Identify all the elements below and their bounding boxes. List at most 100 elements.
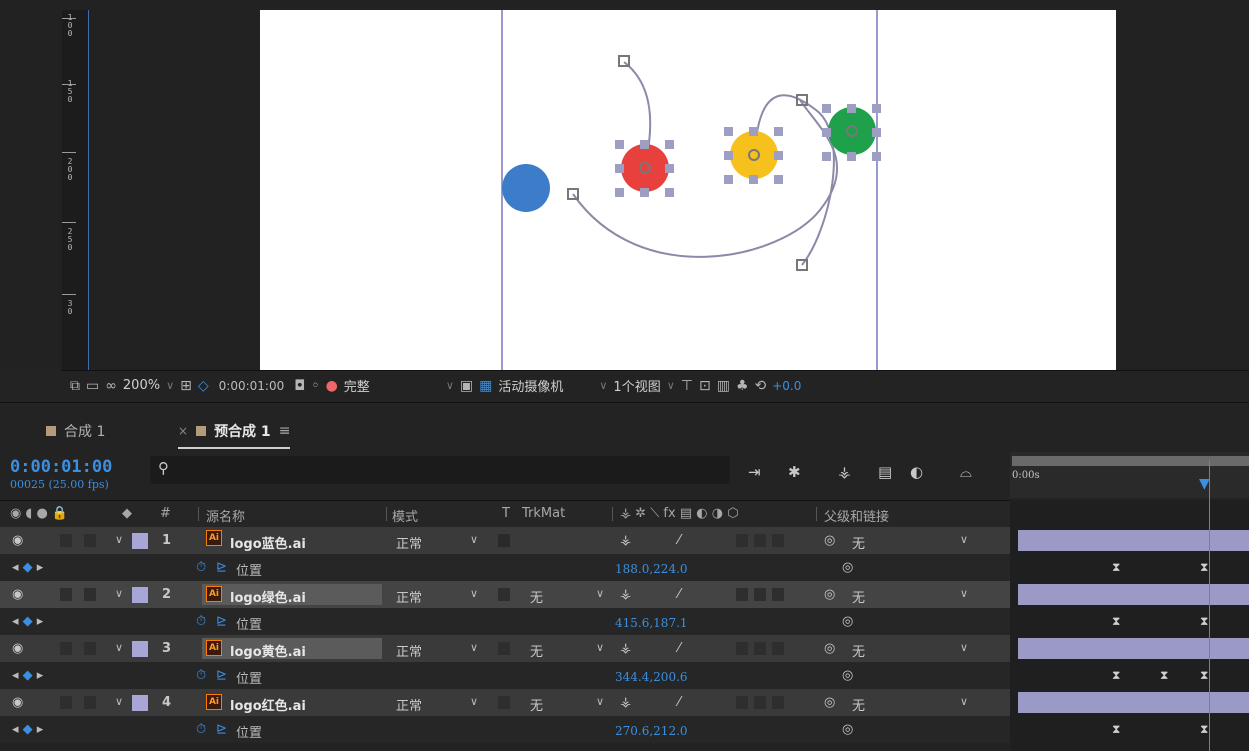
av-features-icon[interactable]: ◉ ◖ ● 🔒 [10,506,68,521]
transparency-grid-icon[interactable]: ▦ [479,378,492,394]
stopwatch-icon[interactable]: ⏱ [196,614,206,629]
layer-name-box[interactable]: Ai logo黄色.ai [202,638,382,660]
property-row[interactable]: ◂ ◆ ▸ ⏱ ⊵ 位置 188.0,224.0 ◎ [0,554,1010,581]
always-preview-icon[interactable]: ⧉ [70,378,80,394]
eye-icon[interactable]: ◉ [12,641,23,656]
stopwatch-icon[interactable]: ⏱ [196,722,206,737]
layer-row[interactable]: ◉ ∨ 3 Ai logo黄色.ai 正常 ∨ 无 ∨ ⚶ ⁄ ◎ 无 ∨ [0,635,1010,662]
playhead-icon[interactable]: ▼ [1199,476,1219,492]
shy-switch-icon[interactable]: ⚶ [620,533,631,548]
tab-comp-1[interactable]: 合成 1 [46,421,105,441]
zoom-level[interactable]: 200% [123,378,160,393]
keyframe-icon[interactable]: ⧗ [1112,560,1120,575]
parent-value[interactable]: 无 [852,587,865,606]
pickwhip-icon[interactable]: ◎ [824,533,835,548]
pickwhip-icon[interactable]: ◎ [824,587,835,602]
chevron-down-icon[interactable]: ∨ [960,533,968,546]
keyframe-icon[interactable]: ⧗ [1200,722,1208,737]
composition-navigator-icon[interactable]: ⇥ [748,463,761,481]
layer-search-input[interactable]: ⚲ [150,456,730,484]
chevron-down-icon[interactable]: ∨ [115,587,123,600]
keyframe-nav-icon[interactable]: ◂ ◆ ▸ [12,560,43,575]
show-snapshot-icon[interactable]: ◦ [311,378,319,394]
label-icon[interactable]: ◆ [122,506,132,521]
property-value[interactable]: 415.6,187.1 [615,616,688,630]
parent-value[interactable]: 无 [852,641,865,660]
property-value[interactable]: 188.0,224.0 [615,562,688,576]
property-row[interactable]: ◂ ◆ ▸ ⏱ ⊵ 位置 344.4,200.6 ◎ [0,662,1010,689]
column-parent[interactable]: 父级和链接 [824,506,889,525]
pickwhip-icon[interactable]: ◎ [842,722,853,737]
column-mode[interactable]: 模式 [392,506,418,525]
keyframe-icon[interactable]: ⧗ [1200,668,1208,683]
chevron-down-icon[interactable]: ∨ [596,641,604,654]
shy-layers-icon[interactable]: ⚶ [838,463,851,481]
chevron-down-icon[interactable]: ∨ [596,695,604,708]
quality-switch-icon[interactable]: ⁄ [678,641,680,656]
layer-duration-bar[interactable] [1018,692,1249,713]
column-trkmat[interactable]: TrkMat [522,506,565,521]
pickwhip-icon[interactable]: ◎ [842,560,853,575]
graph-editor-icon[interactable]: ⌓ [960,463,972,481]
chevron-down-icon[interactable]: ∨ [446,379,454,392]
quality-switch-icon[interactable]: ⁄ [678,533,680,548]
timecode[interactable]: 0:00:01:00 [10,457,112,477]
current-time-indicator[interactable] [1209,460,1210,751]
layer-row[interactable]: ◉ ∨ 4 Ai logo红色.ai 正常 ∨ 无 ∨ ⚶ ⁄ ◎ 无 ∨ [0,689,1010,716]
quality-switch-icon[interactable]: ⁄ [678,695,680,710]
fit-icon[interactable]: ⊞ [180,378,192,394]
motion-blur-icon[interactable]: ◐ [910,463,923,481]
keyframe-icon[interactable]: ⧗ [1112,614,1120,629]
draft-3d-icon[interactable]: ✱ [788,463,801,481]
chevron-down-icon[interactable]: ∨ [470,695,478,708]
keyframe-nav-icon[interactable]: ◂ ◆ ▸ [12,722,43,737]
flowchart-icon[interactable]: ♣ [736,378,749,394]
blend-mode[interactable]: 正常 [396,641,422,660]
parent-value[interactable]: 无 [852,533,865,552]
quality-switch-icon[interactable]: ⁄ [678,587,680,602]
resolution[interactable]: 完整 [344,376,370,395]
layer-name-box[interactable]: Ai logo蓝色.ai [202,530,382,552]
chevron-down-icon[interactable]: ∨ [960,695,968,708]
layer-duration-bar[interactable] [1018,584,1249,605]
chevron-down-icon[interactable]: ∨ [470,587,478,600]
monitor-icon[interactable]: ▭ [86,378,99,394]
fast-draft-icon[interactable]: ⊡ [699,378,711,394]
switches-icons[interactable]: ⚶ ✲ ⟍ fx ▤ ◐ ◑ ⬡ [620,506,739,521]
shy-switch-icon[interactable]: ⚶ [620,641,631,656]
label-color-swatch[interactable] [132,587,148,603]
stopwatch-icon[interactable]: ⏱ [196,668,206,683]
blend-mode[interactable]: 正常 [396,587,422,606]
pickwhip-icon[interactable]: ◎ [842,668,853,683]
graph-icon[interactable]: ⊵ [216,614,227,629]
column-source-name[interactable]: 源名称 [206,506,245,525]
pickwhip-icon[interactable]: ◎ [824,695,835,710]
chevron-down-icon[interactable]: ∨ [960,587,968,600]
trkmat-value[interactable]: 无 [530,641,543,660]
layer-row[interactable]: ◉ ∨ 1 Ai logo蓝色.ai 正常 ∨ ⚶ ⁄ ◎ 无 ∨ [0,527,1010,554]
pickwhip-icon[interactable]: ◎ [842,614,853,629]
layer-name-box[interactable]: Ai logo红色.ai [202,692,382,714]
chevron-down-icon[interactable]: ∨ [115,695,123,708]
keyframe-nav-icon[interactable]: ◂ ◆ ▸ [12,614,43,629]
label-color-swatch[interactable] [132,533,148,549]
eye-icon[interactable]: ◉ [12,695,23,710]
graph-icon[interactable]: ⊵ [216,560,227,575]
view-layout[interactable]: 1个视图 [613,376,660,395]
close-icon[interactable]: × [178,424,188,438]
trkmat-value[interactable]: 无 [530,587,543,606]
trkmat-value[interactable]: 无 [530,695,543,714]
keyframe-icon[interactable]: ⧗ [1112,722,1120,737]
chevron-down-icon[interactable]: ∨ [470,533,478,546]
tab-precomp-1[interactable]: × 预合成 1 ≡ [178,421,291,449]
layer-name-box[interactable]: Ai logo绿色.ai [202,584,382,606]
chevron-down-icon[interactable]: ∨ [470,641,478,654]
current-time[interactable]: 0:00:01:00 [215,379,289,393]
frame-blending-icon[interactable]: ▤ [878,463,892,481]
chevron-down-icon[interactable]: ∨ [596,587,604,600]
label-color-swatch[interactable] [132,641,148,657]
fast-preview-icon[interactable]: ▣ [460,378,473,394]
eye-icon[interactable]: ◉ [12,533,23,548]
shy-switch-icon[interactable]: ⚶ [620,695,631,710]
pickwhip-icon[interactable]: ◎ [824,641,835,656]
